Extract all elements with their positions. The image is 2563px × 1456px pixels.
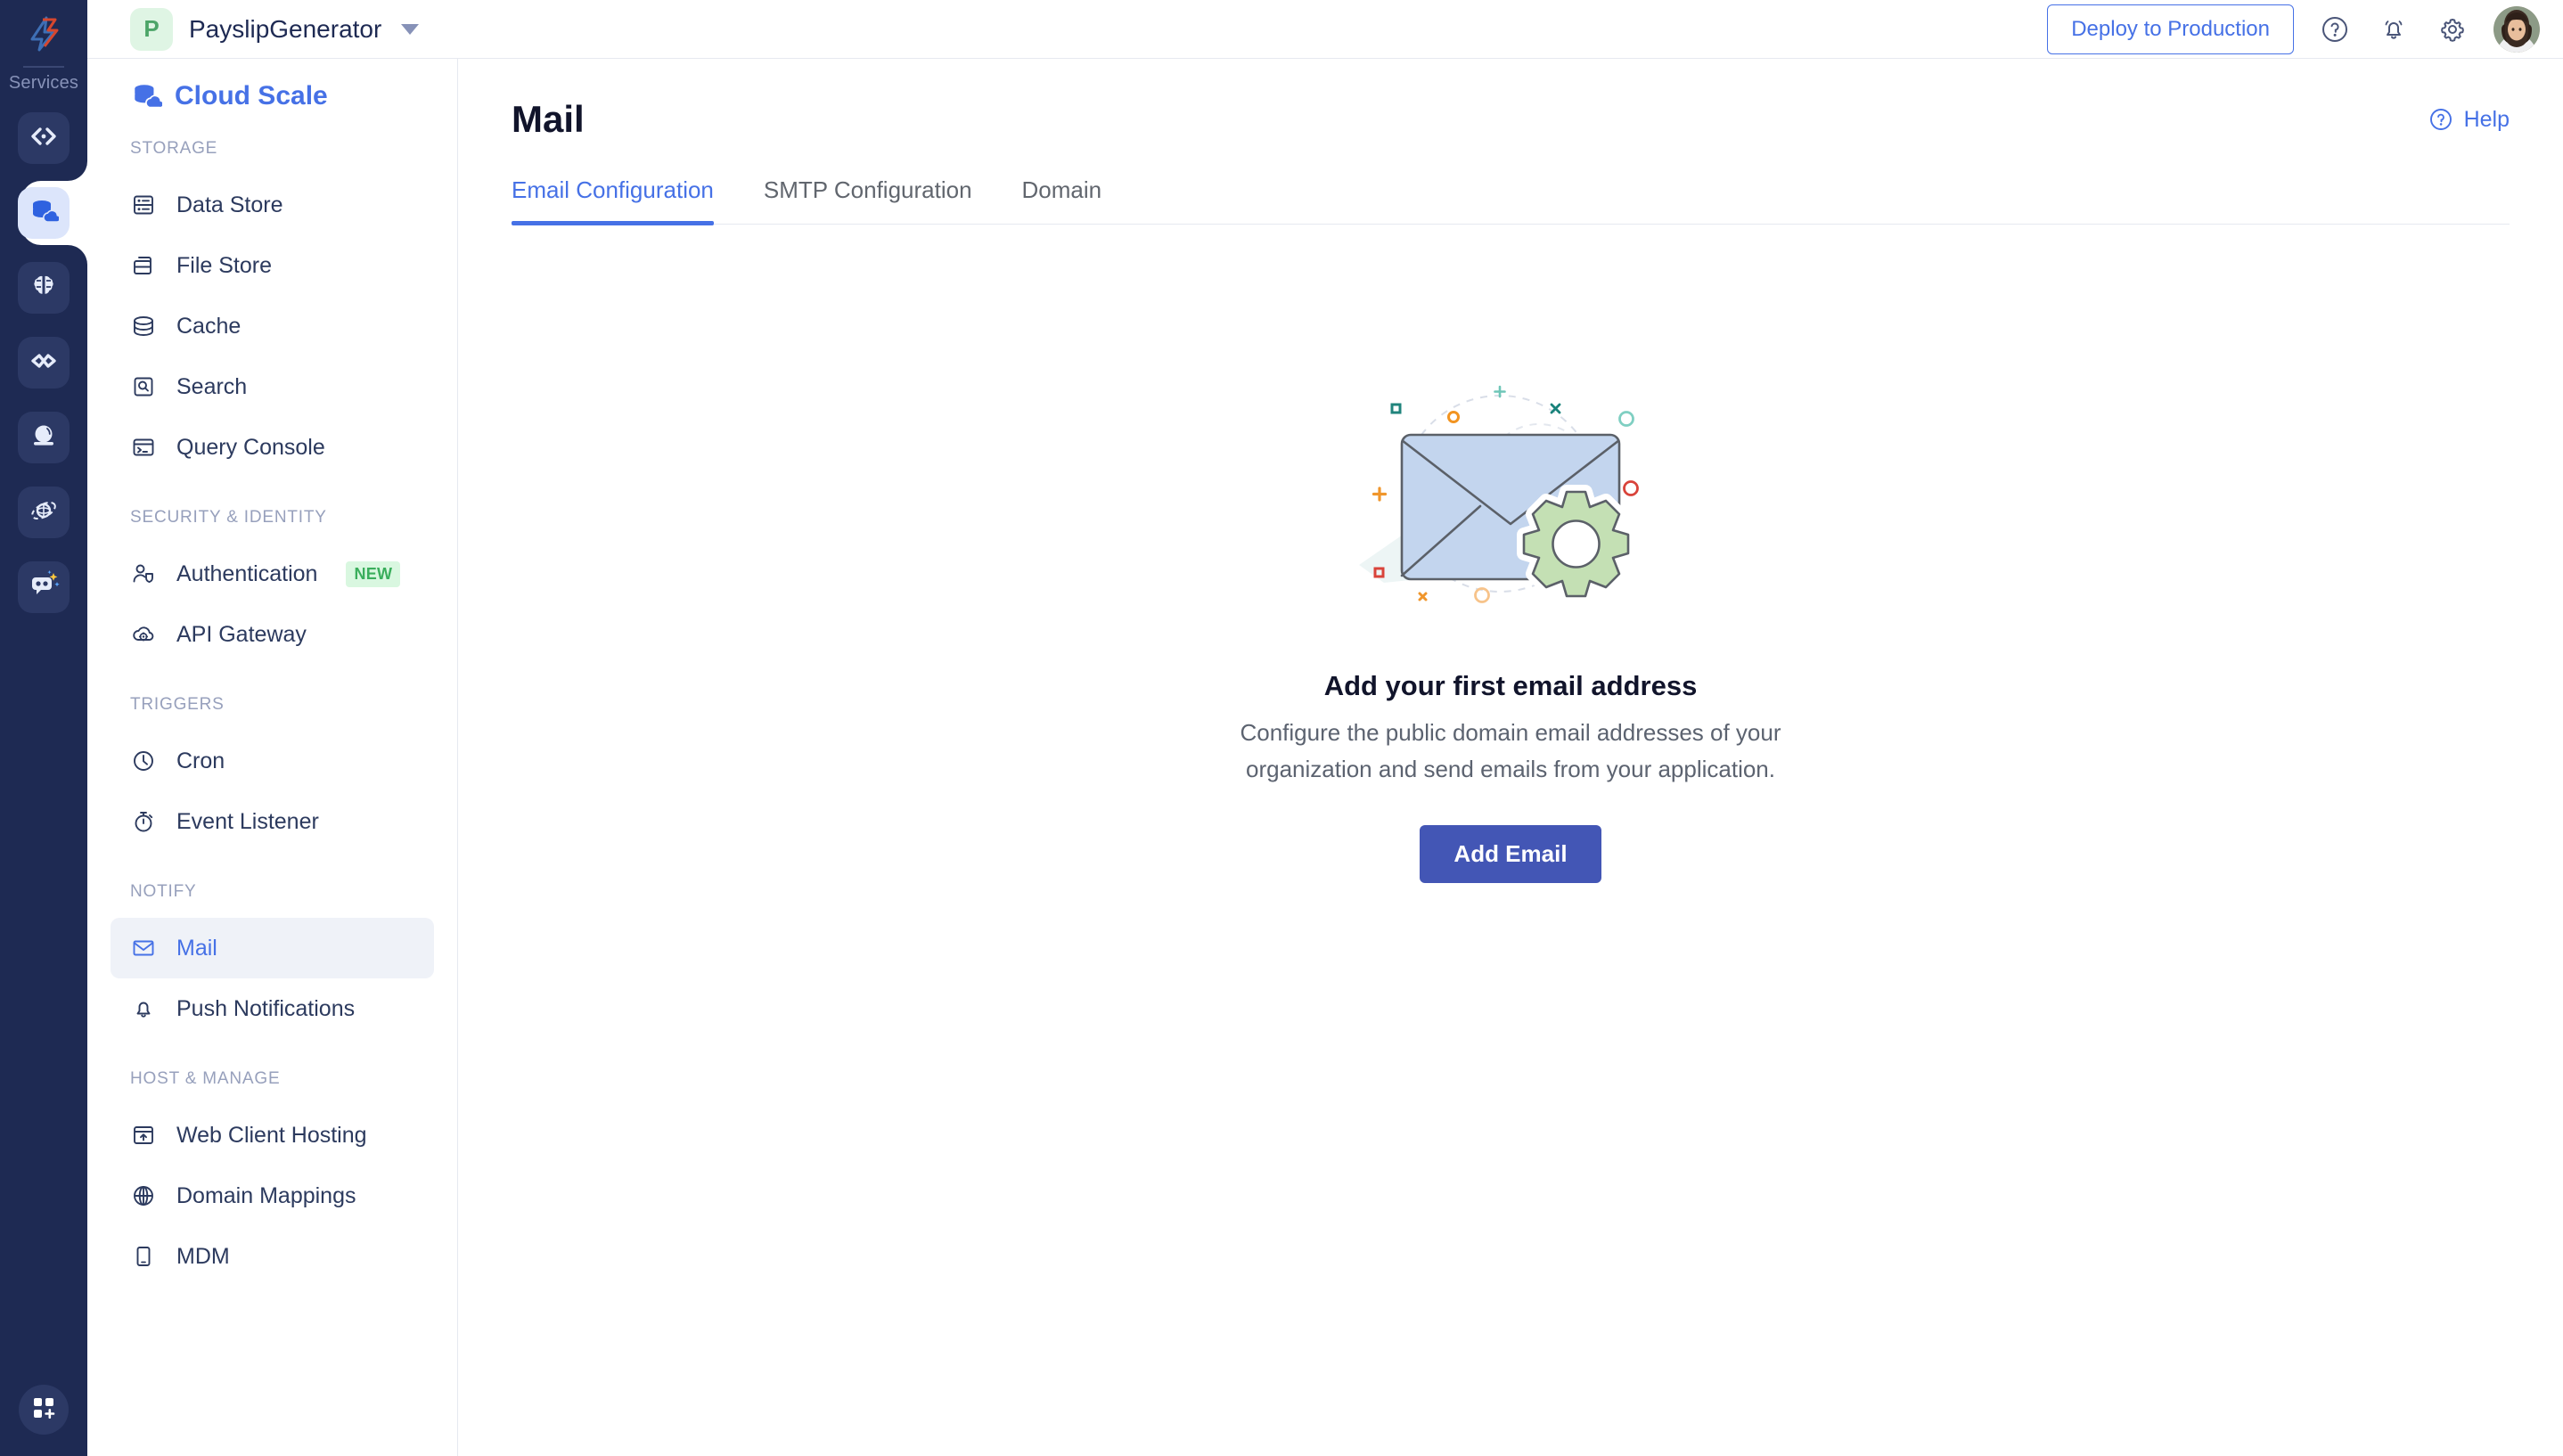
project-initial-badge: P (130, 7, 173, 51)
database-cloud-icon (29, 196, 61, 231)
tab-email-configuration[interactable]: Email Configuration (512, 176, 739, 225)
rail-item-smart-browz[interactable] (0, 256, 87, 320)
sidebar-group-storage-label: STORAGE (130, 139, 218, 158)
data-store-icon (130, 192, 157, 218)
sidebar-item-label: Domain Mappings (176, 1182, 356, 1208)
sidebar-item-label: File Store (176, 252, 272, 278)
bell-icon (130, 995, 157, 1022)
sidebar-item-mail[interactable]: Mail (111, 918, 434, 978)
sidebar-item-push-notifications[interactable]: Push Notifications (111, 978, 434, 1039)
service-sidebar: Cloud Scale STORAGE Data Store File Stor… (87, 59, 458, 1456)
page-header: Mail Help (458, 59, 2563, 141)
help-link-label: Help (2463, 106, 2510, 132)
clock-icon (130, 748, 157, 774)
catalyst-logo[interactable] (0, 0, 87, 66)
sidebar-item-label: Push Notifications (176, 995, 356, 1021)
tab-smtp-configuration[interactable]: SMTP Configuration (739, 176, 997, 224)
add-service-button[interactable] (19, 1385, 69, 1435)
sidebar-item-event-listener[interactable]: Event Listener (111, 791, 434, 852)
database-cloud-icon (130, 80, 162, 112)
sidebar-item-label: Web Client Hosting (176, 1122, 367, 1148)
chat-bot-sparkle-icon (28, 569, 60, 606)
stopwatch-icon (130, 808, 157, 835)
cache-icon (130, 313, 157, 339)
globe-orbit-icon (29, 495, 59, 530)
sidebar-item-label: Authentication (176, 560, 318, 586)
sidebar-item-file-store[interactable]: File Store (111, 235, 434, 296)
search-icon (130, 373, 157, 400)
rail-item-ai-assistant[interactable] (0, 555, 87, 619)
sidebar-item-label: Cache (176, 313, 242, 339)
sidebar-item-authentication[interactable]: Authentication NEW (111, 544, 434, 604)
sidebar-item-web-client-hosting[interactable]: Web Client Hosting (111, 1105, 434, 1166)
sidebar-item-label: Data Store (176, 192, 283, 217)
sidebar-item-mdm[interactable]: MDM (111, 1226, 434, 1287)
sidebar-item-label: Event Listener (176, 808, 319, 834)
rail-item-quick-ml[interactable] (0, 405, 87, 470)
main-content: Mail Help Email Configuration SMTP Confi… (458, 59, 2563, 1456)
add-email-button[interactable]: Add Email (1420, 825, 1601, 884)
sidebar-item-label: Search (176, 373, 248, 399)
sidebar-item-cron[interactable]: Cron (111, 731, 434, 791)
upload-window-icon (130, 1122, 157, 1149)
rail-divider (23, 66, 64, 68)
help-circle-icon[interactable] (2317, 12, 2353, 47)
empty-state-title: Add your first email address (1323, 670, 1698, 701)
infinity-icon (29, 346, 59, 380)
brain-icon (29, 271, 59, 306)
grid-plus-icon (29, 1394, 58, 1427)
mobile-device-icon (130, 1243, 157, 1270)
rail-item-cloud-scale[interactable] (0, 161, 87, 265)
page-title: Mail (512, 98, 585, 140)
empty-state: Add your first email address Configure t… (458, 371, 2563, 884)
project-switcher[interactable]: P PayslipGenerator (130, 7, 420, 51)
sidebar-item-label: Mail (176, 935, 217, 961)
rail-services-label: Services (8, 73, 79, 93)
sidebar-group-security-label: SECURITY & IDENTITY (130, 508, 327, 527)
status-badge-new: NEW (346, 560, 401, 587)
project-name: PayslipGenerator (189, 14, 382, 43)
help-link[interactable]: Help (2428, 106, 2510, 133)
sidebar-item-domain-mappings[interactable]: Domain Mappings (111, 1166, 434, 1226)
rail-item-devops[interactable] (0, 331, 87, 395)
file-store-icon (130, 252, 157, 279)
query-console-icon (130, 434, 157, 461)
sidebar-group-host-label: HOST & MANAGE (130, 1069, 281, 1088)
sidebar-item-api-gateway[interactable]: API Gateway (111, 604, 434, 665)
service-icon-rail: Services (0, 0, 87, 1456)
top-bar-actions: Deploy to Production (2047, 4, 2540, 54)
help-circle-icon (2428, 106, 2454, 133)
notification-bell-icon[interactable] (2376, 12, 2412, 47)
sidebar-item-cache[interactable]: Cache (111, 296, 434, 356)
sidebar-service-title: Cloud Scale (87, 80, 457, 112)
sidebar-group-triggers-label: TRIGGERS (130, 695, 225, 714)
sidebar-item-search[interactable]: Search (111, 356, 434, 417)
crystal-ball-icon (29, 421, 59, 455)
chevron-down-icon[interactable] (401, 23, 420, 35)
sidebar-item-label: Query Console (176, 434, 325, 460)
user-shield-icon (130, 560, 157, 587)
deploy-to-production-button[interactable]: Deploy to Production (2047, 4, 2294, 54)
rail-item-web-app[interactable] (0, 480, 87, 544)
tab-domain[interactable]: Domain (997, 176, 1127, 224)
sidebar-item-data-store[interactable]: Data Store (111, 175, 434, 235)
rail-notch-top (68, 161, 87, 181)
sidebar-item-label: MDM (176, 1243, 230, 1269)
sidebar-item-label: Cron (176, 748, 225, 773)
envelope-icon (130, 935, 157, 961)
sidebar-service-name: Cloud Scale (175, 81, 328, 110)
top-bar: P PayslipGenerator Deploy to Production (87, 0, 2563, 59)
user-avatar[interactable] (2493, 5, 2540, 53)
empty-state-description: Configure the public domain email addres… (1240, 719, 1781, 783)
settings-gear-icon[interactable] (2435, 12, 2470, 47)
cloud-gear-icon (130, 621, 157, 648)
sidebar-group-notify-label: NOTIFY (130, 882, 197, 901)
globe-icon (130, 1182, 157, 1209)
code-brackets-icon (29, 121, 59, 156)
sidebar-item-label: API Gateway (176, 621, 307, 647)
tab-bar: Email Configuration SMTP Configuration D… (512, 176, 2510, 225)
sidebar-item-query-console[interactable]: Query Console (111, 417, 434, 478)
envelope-gear-illustration (1350, 371, 1671, 629)
